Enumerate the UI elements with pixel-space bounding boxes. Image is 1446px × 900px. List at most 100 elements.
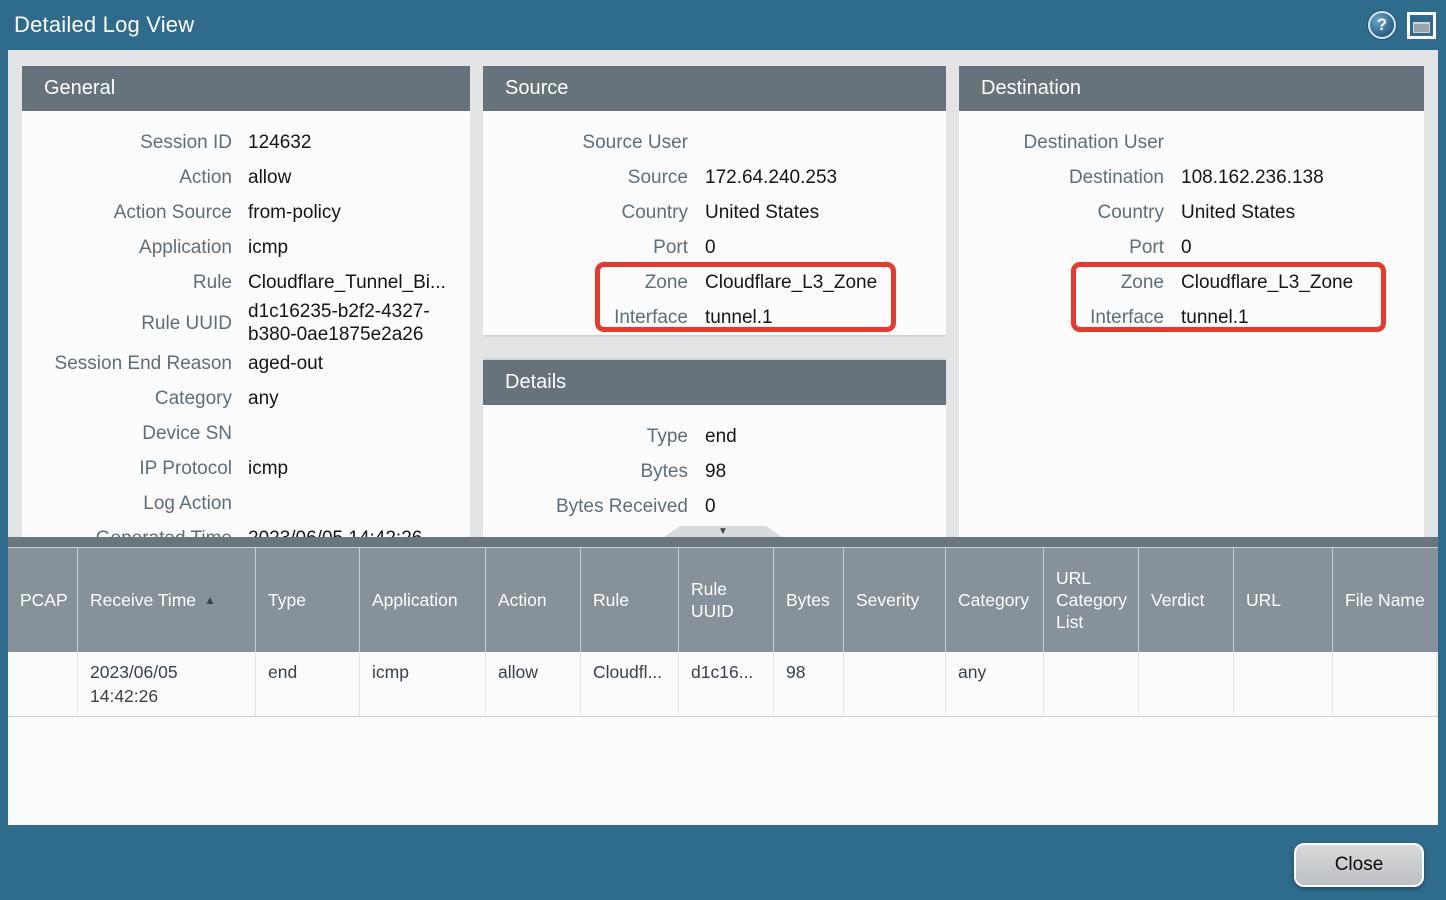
column-label: Type — [268, 589, 306, 611]
destination-label-destination: Destination — [959, 166, 1164, 189]
details-row-bytes: Bytes 98 — [483, 454, 946, 489]
destination-value-zone: Cloudflare_L3_Zone — [1181, 271, 1424, 294]
column-header-file-name[interactable]: File Name — [1333, 548, 1438, 652]
log-table: PCAP Receive Time ▲ Type Application Action Ru… — [8, 547, 1438, 825]
general-value-application: icmp — [248, 236, 470, 259]
cell-receive-time-0: 2023/06/05 14:42:26 — [78, 652, 256, 716]
column-header-rule-uuid[interactable]: Rule UUID — [679, 548, 774, 652]
column-header-pcap[interactable]: PCAP — [8, 548, 78, 652]
column-header-application[interactable]: Application — [360, 548, 486, 652]
general-row-generated-time: Generated Time2023/06/05 14:42:26 — [22, 521, 470, 537]
close-button[interactable]: Close — [1294, 843, 1424, 887]
panel-table-splitter[interactable]: ▼ — [8, 537, 1438, 547]
general-label-log-action: Log Action — [22, 492, 232, 515]
maximize-icon[interactable] — [1407, 12, 1436, 39]
general-row-log-action: Log Action — [22, 486, 470, 521]
source-label-source: Source — [483, 166, 688, 189]
general-label-action-source: Action Source — [22, 201, 232, 224]
destination-panel-body: Destination UserDestination108.162.236.1… — [959, 111, 1424, 335]
column-header-verdict[interactable]: Verdict — [1139, 548, 1234, 652]
general-label-device-sn: Device SN — [22, 422, 232, 445]
cell-bytes-0: 98 — [774, 652, 844, 716]
dialog-title: Detailed Log View — [14, 12, 194, 38]
source-value-interface: tunnel.1 — [705, 306, 946, 329]
cell-application-0: icmp — [360, 652, 486, 716]
cell-file-name-0 — [1333, 652, 1437, 716]
column-label: Rule — [593, 589, 629, 611]
destination-panel: Destination Destination UserDestination1… — [959, 66, 1424, 537]
details-row-bytes-received: Bytes Received0 — [483, 489, 946, 524]
column-header-bytes[interactable]: Bytes — [774, 548, 844, 652]
column-label: Receive Time — [90, 589, 196, 611]
titlebar-icons: ? — [1368, 11, 1436, 39]
maximize-icon-inner — [1413, 22, 1430, 33]
column-label: Severity — [856, 589, 919, 611]
general-column: General Session ID124632ActionallowActio… — [22, 66, 470, 537]
column-header-category[interactable]: Category — [946, 548, 1044, 652]
details-value-bytes: 98 — [705, 460, 946, 483]
log-row-0[interactable]: 2023/06/05 14:42:26endicmpallowCloudfl..… — [8, 652, 1438, 717]
general-panel: General Session ID124632ActionallowActio… — [22, 66, 470, 537]
source-row-source: Source172.64.240.253 — [483, 160, 946, 195]
column-header-rule[interactable]: Rule — [581, 548, 679, 652]
destination-column: Destination Destination UserDestination1… — [959, 66, 1424, 537]
general-label-application: Application — [22, 236, 232, 259]
general-label-rule-uuid: Rule UUID — [22, 312, 232, 335]
cell-verdict-0 — [1139, 652, 1234, 716]
general-row-action-source: Action Sourcefrom-policy — [22, 195, 470, 230]
destination-row-zone: Zone Cloudflare_L3_Zone — [959, 265, 1424, 300]
details-label-bytes: Bytes — [483, 460, 688, 483]
general-value-session-id: 124632 — [248, 131, 470, 154]
general-label-action: Action — [22, 166, 232, 189]
destination-label-zone: Zone — [959, 271, 1164, 294]
splitter-handle[interactable]: ▼ — [664, 526, 782, 537]
general-row-action: Actionallow — [22, 160, 470, 195]
source-value-zone: Cloudflare_L3_Zone — [705, 271, 946, 294]
column-header-action[interactable]: Action — [486, 548, 581, 652]
details-value-bytes-received: 0 — [705, 495, 946, 518]
cell-action-0: allow — [486, 652, 581, 716]
details-panel-header: Details — [483, 360, 946, 405]
column-label: Bytes — [786, 589, 830, 611]
column-label: Action — [498, 589, 547, 611]
cell-rule-0: Cloudfl... — [581, 652, 679, 716]
general-row-session-end-reason: Session End Reasonaged-out — [22, 346, 470, 381]
general-label-ip-protocol: IP Protocol — [22, 457, 232, 480]
destination-label-destination-user: Destination User — [959, 131, 1164, 154]
source-row-port: Port0 — [483, 230, 946, 265]
destination-row-country: CountryUnited States — [959, 195, 1424, 230]
cell-severity-0 — [844, 652, 946, 716]
column-header-severity[interactable]: Severity — [844, 548, 946, 652]
help-icon[interactable]: ? — [1368, 11, 1396, 39]
source-label-interface: Interface — [483, 306, 688, 329]
general-panel-body: Session ID124632ActionallowAction Source… — [22, 111, 470, 537]
general-row-rule-uuid: Rule UUID d1c16235-b2f2-4327-b380-0ae1875… — [22, 300, 470, 346]
sort-asc-icon: ▲ — [204, 589, 216, 611]
general-row-application: Application icmp — [22, 230, 470, 265]
general-label-generated-time: Generated Time — [22, 527, 232, 537]
log-table-body: 2023/06/05 14:42:26endicmpallowCloudfl..… — [8, 652, 1438, 717]
source-column: Source Source UserSource172.64.240.253Co… — [483, 66, 946, 537]
source-panel-header: Source — [483, 66, 946, 111]
source-panel: Source Source UserSource172.64.240.253Co… — [483, 66, 946, 335]
destination-row-port: Port0 — [959, 230, 1424, 265]
column-header-type[interactable]: Type — [256, 548, 360, 652]
column-label: Application — [372, 589, 458, 611]
destination-value-interface: tunnel.1 — [1181, 306, 1424, 329]
column-header-url-category-list[interactable]: URL Category List — [1044, 548, 1139, 652]
cell-rule-uuid-0: d1c16... — [679, 652, 774, 716]
destination-label-port: Port — [959, 236, 1164, 259]
column-label: Category — [958, 589, 1029, 611]
general-row-ip-protocol: IP Protocolicmp — [22, 451, 470, 486]
column-header-receive-time[interactable]: Receive Time ▲ — [78, 548, 256, 652]
general-row-category: Categoryany — [22, 381, 470, 416]
details-panel: Details TypeendBytes98Bytes Received0 — [483, 360, 946, 537]
cell-url-category-list-0 — [1044, 652, 1139, 716]
collapse-caret-icon: ▼ — [718, 527, 728, 537]
source-row-zone: ZoneCloudflare_L3_Zone — [483, 265, 946, 300]
column-header-url[interactable]: URL — [1234, 548, 1333, 652]
details-panel-body: TypeendBytes98Bytes Received0 — [483, 405, 946, 524]
source-label-source-user: Source User — [483, 131, 688, 154]
general-value-rule-uuid: d1c16235-b2f2-4327-b380-0ae1875e2a26 — [248, 300, 470, 346]
destination-row-destination-user: Destination User — [959, 125, 1424, 160]
